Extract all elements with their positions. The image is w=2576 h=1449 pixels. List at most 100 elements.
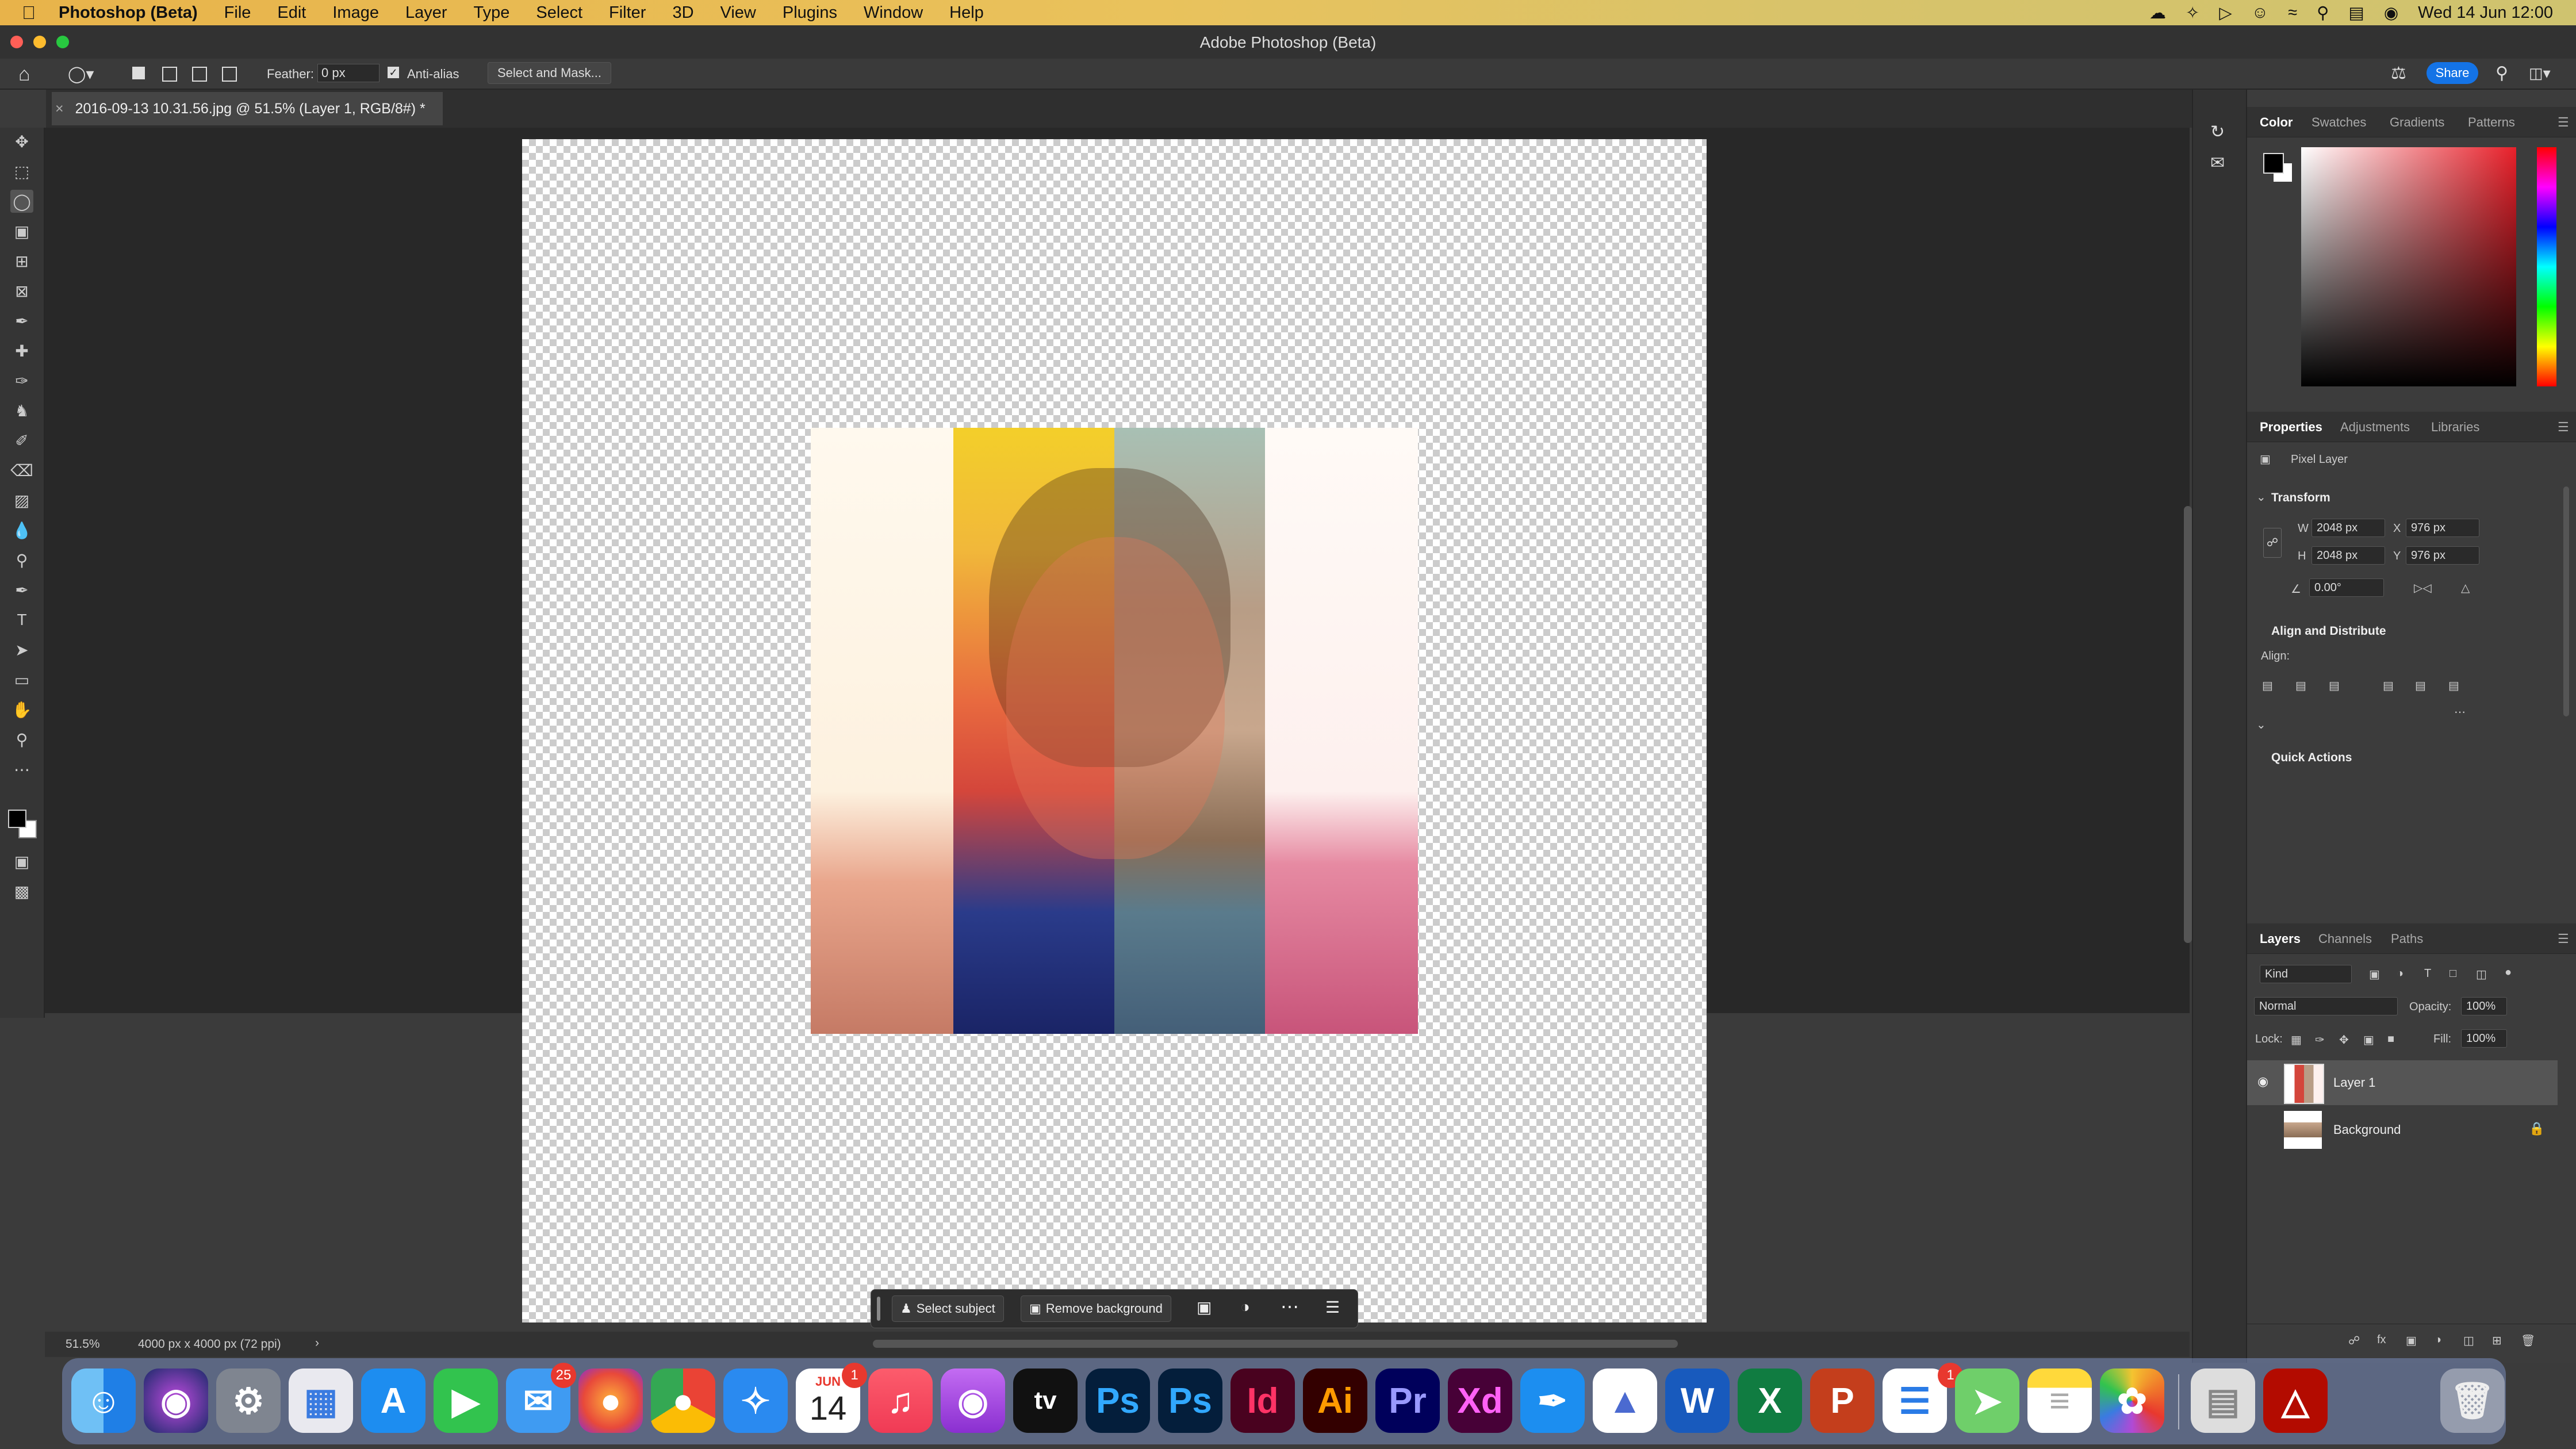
align-bottom-icon[interactable]: ▤ xyxy=(2448,678,2459,693)
opacity-field[interactable]: 100% xyxy=(2461,997,2507,1015)
eyedropper-tool-icon[interactable]: ✒ xyxy=(10,309,33,332)
dock-photoshop[interactable]: Ps xyxy=(1086,1368,1150,1433)
more-options-icon[interactable]: ⋯ xyxy=(1281,1295,1299,1317)
dodge-tool-icon[interactable]: ⚲ xyxy=(10,549,33,572)
eye-icon[interactable]: ◉ xyxy=(2257,1074,2268,1089)
crop-tool-icon[interactable]: ⊞ xyxy=(10,250,33,273)
clock[interactable]: Wed 14 Jun 12:00 xyxy=(2418,3,2553,22)
type-tool-icon[interactable]: T xyxy=(10,608,33,631)
filter-toggle-icon[interactable]: ● xyxy=(2505,966,2512,979)
menu-view[interactable]: View xyxy=(720,3,756,22)
dock-facetime[interactable]: ▶ xyxy=(434,1368,498,1433)
dock-launchpad[interactable]: ▦ xyxy=(289,1368,353,1433)
user-icon[interactable]: ☺ xyxy=(2252,3,2269,22)
visibility-toggle[interactable] xyxy=(2257,1121,2269,1133)
panel-menu-icon[interactable]: ☰ xyxy=(2558,931,2569,946)
remove-background-button[interactable]: ▣ Remove background xyxy=(1021,1295,1171,1322)
frame-tool-icon[interactable]: ⊠ xyxy=(10,279,33,302)
share-button[interactable]: Share xyxy=(2426,62,2478,84)
brush-tool-icon[interactable]: ✑ xyxy=(10,369,33,392)
align-middle-v-icon[interactable]: ▤ xyxy=(2415,678,2426,693)
more-tools-icon[interactable]: ⋯ xyxy=(10,758,33,781)
object-selection-tool-icon[interactable]: ▣ xyxy=(10,220,33,243)
dock-illustrator[interactable]: Ai xyxy=(1303,1368,1367,1433)
menu-window[interactable]: Window xyxy=(864,3,923,22)
menu-file[interactable]: File xyxy=(224,3,251,22)
wifi-icon[interactable]: ≈ xyxy=(2288,3,2297,22)
align-left-icon[interactable]: ▤ xyxy=(2262,678,2273,693)
panel-menu-icon[interactable]: ☰ xyxy=(2558,420,2569,435)
dock-trash[interactable]: 🗑 xyxy=(2440,1368,2505,1433)
play-icon[interactable]: ▷ xyxy=(2219,3,2232,23)
dock-music[interactable]: ♫ xyxy=(868,1368,933,1433)
more-align-icon[interactable]: ⋯ xyxy=(2454,705,2466,719)
new-selection-icon[interactable] xyxy=(132,67,145,79)
close-tab-icon[interactable]: × xyxy=(55,101,64,117)
flip-vertical-icon[interactable]: △ xyxy=(2461,581,2470,595)
menu-layer[interactable]: Layer xyxy=(405,3,447,22)
fill-field[interactable]: 100% xyxy=(2461,1029,2507,1048)
document-tab[interactable]: × 2016-09-13 10.31.56.jpg @ 51.5% (Layer… xyxy=(52,92,443,125)
drag-handle[interactable] xyxy=(877,1297,880,1321)
siri-menubar-icon[interactable]: ◉ xyxy=(2384,3,2398,23)
add-selection-icon[interactable] xyxy=(162,67,177,82)
dock-siri[interactable]: ◉ xyxy=(144,1368,208,1433)
move-tool-icon[interactable]: ✥ xyxy=(10,130,33,153)
flip-horizontal-icon[interactable]: ▷◁ xyxy=(2414,581,2432,595)
dock-excel[interactable]: X xyxy=(1738,1368,1802,1433)
transform-section[interactable]: Transform xyxy=(2271,491,2330,505)
quick-actions-section[interactable]: Quick Actions xyxy=(2271,751,2352,765)
feather-input[interactable]: 0 px xyxy=(317,64,379,82)
dock-affinity[interactable]: ▲ xyxy=(1593,1368,1657,1433)
lasso-tool-icon[interactable]: ◯ xyxy=(10,190,33,213)
tab-patterns[interactable]: Patterns xyxy=(2468,115,2515,130)
menu-image[interactable]: Image xyxy=(332,3,379,22)
dock-photos[interactable]: ✿ xyxy=(2100,1368,2164,1433)
new-group-icon[interactable]: ◫ xyxy=(2463,1333,2474,1348)
dock-preview[interactable]: ▤ xyxy=(2191,1368,2255,1433)
align-distribute-section[interactable]: Align and Distribute xyxy=(2271,624,2386,638)
tab-adjustments[interactable]: Adjustments xyxy=(2340,420,2410,435)
dock-system-settings[interactable]: ⚙ xyxy=(216,1368,281,1433)
width-field[interactable]: 2048 px xyxy=(2312,519,2385,537)
layer-filter-kind[interactable]: Kind xyxy=(2260,965,2352,983)
fg-color-chip[interactable] xyxy=(2263,153,2284,174)
y-field[interactable]: 976 px xyxy=(2406,546,2479,565)
fx-icon[interactable]: fx xyxy=(2377,1333,2386,1347)
lock-position-icon[interactable]: ✥ xyxy=(2339,1033,2349,1047)
height-field[interactable]: 2048 px xyxy=(2312,546,2385,565)
align-center-h-icon[interactable]: ▤ xyxy=(2295,678,2306,693)
new-adjustment-icon[interactable]: ◑ xyxy=(2435,1333,2441,1347)
add-mask-icon[interactable]: ▣ xyxy=(2406,1333,2417,1348)
apple-icon[interactable]:  xyxy=(22,2,36,24)
align-right-icon[interactable]: ▤ xyxy=(2329,678,2340,693)
dock-finder[interactable]: ☺ xyxy=(71,1368,136,1433)
quick-mask-icon[interactable]: ▣ xyxy=(10,850,33,873)
select-and-mask-button[interactable]: Select and Mask... xyxy=(488,62,611,84)
new-layer-icon[interactable]: ⊞ xyxy=(2492,1333,2502,1348)
horizontal-scrollbar[interactable] xyxy=(873,1340,1678,1348)
search-icon[interactable]: ⚲ xyxy=(2496,63,2508,83)
eraser-tool-icon[interactable]: ⌫ xyxy=(10,459,33,482)
tab-libraries[interactable]: Libraries xyxy=(2431,420,2479,435)
blend-mode-select[interactable]: Normal xyxy=(2254,997,2398,1015)
transform-icon[interactable]: ▣ xyxy=(1197,1298,1212,1317)
pen-tool-icon[interactable]: ✒ xyxy=(10,578,33,601)
subtract-selection-icon[interactable] xyxy=(192,67,207,82)
dock-safari[interactable]: ✧ xyxy=(723,1368,788,1433)
tab-gradients[interactable]: Gradients xyxy=(2390,115,2444,130)
dock-firefox[interactable]: ● xyxy=(578,1368,643,1433)
dock-podcasts[interactable]: ◉ xyxy=(941,1368,1005,1433)
status-chevron-icon[interactable]: › xyxy=(315,1336,319,1350)
filter-adjustment-icon[interactable]: ◑ xyxy=(2397,967,2404,980)
layer-row-layer-1[interactable]: ◉ Layer 1 xyxy=(2247,1060,2558,1105)
dock-acrobat[interactable]: △ xyxy=(2263,1368,2328,1433)
tab-layers[interactable]: Layers xyxy=(2260,931,2301,946)
bar-settings-icon[interactable]: ☰ xyxy=(1325,1298,1340,1317)
vertical-scrollbar[interactable] xyxy=(2184,506,2192,943)
color-field[interactable] xyxy=(2301,147,2516,386)
dock-pen-app[interactable]: ✒ xyxy=(1520,1368,1585,1433)
lasso-tool-preset-icon[interactable]: ◯▾ xyxy=(68,64,94,83)
healing-brush-tool-icon[interactable]: ✚ xyxy=(10,339,33,362)
marquee-tool-icon[interactable]: ⬚ xyxy=(10,160,33,183)
